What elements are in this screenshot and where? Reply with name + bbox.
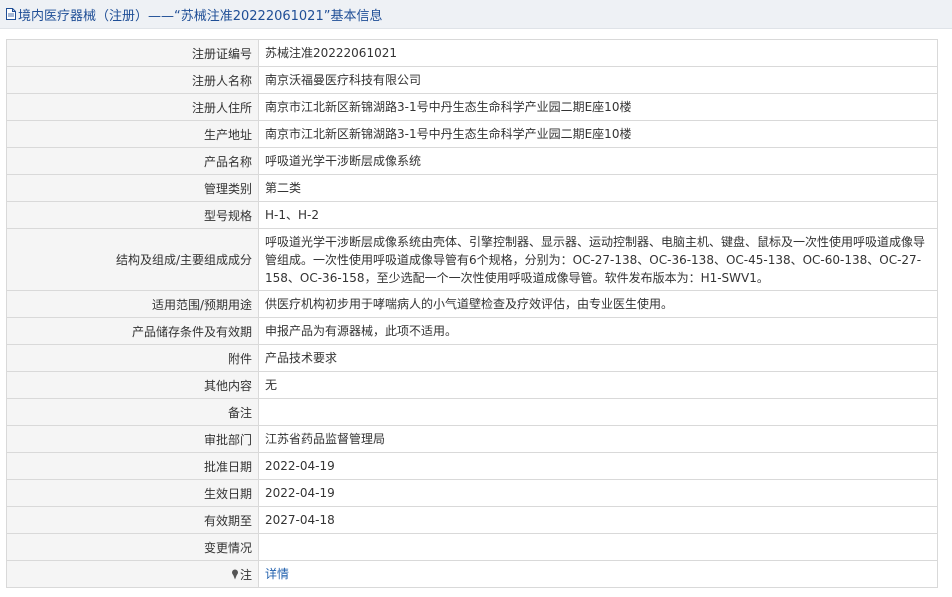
table-row: 变更情况 [6, 533, 938, 561]
field-value: 呼吸道光学干涉断层成像系统 [258, 147, 938, 175]
field-label: 备注 [6, 398, 259, 426]
field-value: 供医疗机构初步用于哮喘病人的小气道壁检查及疗效评估，由专业医生使用。 [258, 290, 938, 318]
field-label: 注册证编号 [6, 39, 259, 67]
table-row: 生效日期 2022-04-19 [6, 479, 938, 507]
field-label: 变更情况 [6, 533, 259, 561]
field-value: H-1、H-2 [258, 201, 938, 229]
pin-icon [231, 569, 239, 580]
details-link[interactable]: 详情 [265, 567, 289, 581]
field-label: 产品名称 [6, 147, 259, 175]
page-title-bar: 境内医疗器械（注册）——“苏械注准20222061021”基本信息 [0, 0, 952, 29]
note-row: 注 详情 [6, 560, 938, 588]
field-label: 结构及组成/主要组成成分 [6, 228, 259, 291]
field-label: 其他内容 [6, 371, 259, 399]
field-label: 有效期至 [6, 506, 259, 534]
field-label: 附件 [6, 344, 259, 372]
field-label: 适用范围/预期用途 [6, 290, 259, 318]
field-value: 无 [258, 371, 938, 399]
field-label: 生产地址 [6, 120, 259, 148]
field-label: 注册人住所 [6, 93, 259, 121]
field-value: 2022-04-19 [258, 452, 938, 480]
table-row: 审批部门 江苏省药品监督管理局 [6, 425, 938, 453]
note-label: 注 [239, 567, 252, 582]
table-row: 附件 产品技术要求 [6, 344, 938, 372]
table-row: 适用范围/预期用途 供医疗机构初步用于哮喘病人的小气道壁检查及疗效评估，由专业医… [6, 290, 938, 318]
table-row: 管理类别 第二类 [6, 174, 938, 202]
note-value-cell: 详情 [258, 560, 938, 588]
table-row: 备注 [6, 398, 938, 426]
field-label: 审批部门 [6, 425, 259, 453]
table-row: 型号规格 H-1、H-2 [6, 201, 938, 229]
document-icon [6, 8, 16, 20]
field-value: 江苏省药品监督管理局 [258, 425, 938, 453]
table-row: 其他内容 无 [6, 371, 938, 399]
field-value: 2022-04-19 [258, 479, 938, 507]
table-row: 结构及组成/主要组成成分 呼吸道光学干涉断层成像系统由壳体、引擎控制器、显示器、… [6, 228, 938, 291]
table-row: 批准日期 2022-04-19 [6, 452, 938, 480]
table-row: 注册证编号 苏械注准20222061021 [6, 39, 938, 67]
note-label-cell: 注 [6, 560, 259, 588]
field-value: 呼吸道光学干涉断层成像系统由壳体、引擎控制器、显示器、运动控制器、电脑主机、键盘… [258, 228, 938, 291]
field-label: 注册人名称 [6, 66, 259, 94]
field-label: 生效日期 [6, 479, 259, 507]
field-label: 批准日期 [6, 452, 259, 480]
field-value: 苏械注准20222061021 [258, 39, 938, 67]
field-value: 第二类 [258, 174, 938, 202]
detail-table: 注册证编号 苏械注准20222061021 注册人名称 南京沃福曼医疗科技有限公… [6, 39, 938, 588]
field-value [258, 533, 938, 561]
field-value [258, 398, 938, 426]
field-value: 南京市江北新区新锦湖路3-1号中丹生态生命科学产业园二期E座10楼 [258, 120, 938, 148]
field-value: 南京沃福曼医疗科技有限公司 [258, 66, 938, 94]
table-row: 注册人住所 南京市江北新区新锦湖路3-1号中丹生态生命科学产业园二期E座10楼 [6, 93, 938, 121]
field-value: 产品技术要求 [258, 344, 938, 372]
field-value: 申报产品为有源器械，此项不适用。 [258, 317, 938, 345]
field-label: 管理类别 [6, 174, 259, 202]
table-row: 产品储存条件及有效期 申报产品为有源器械，此项不适用。 [6, 317, 938, 345]
table-row: 产品名称 呼吸道光学干涉断层成像系统 [6, 147, 938, 175]
table-row: 注册人名称 南京沃福曼医疗科技有限公司 [6, 66, 938, 94]
table-row: 有效期至 2027-04-18 [6, 506, 938, 534]
table-row: 生产地址 南京市江北新区新锦湖路3-1号中丹生态生命科学产业园二期E座10楼 [6, 120, 938, 148]
field-value: 2027-04-18 [258, 506, 938, 534]
field-value: 南京市江北新区新锦湖路3-1号中丹生态生命科学产业园二期E座10楼 [258, 93, 938, 121]
page-title: 境内医疗器械（注册）——“苏械注准20222061021”基本信息 [18, 8, 383, 24]
field-label: 型号规格 [6, 201, 259, 229]
field-label: 产品储存条件及有效期 [6, 317, 259, 345]
